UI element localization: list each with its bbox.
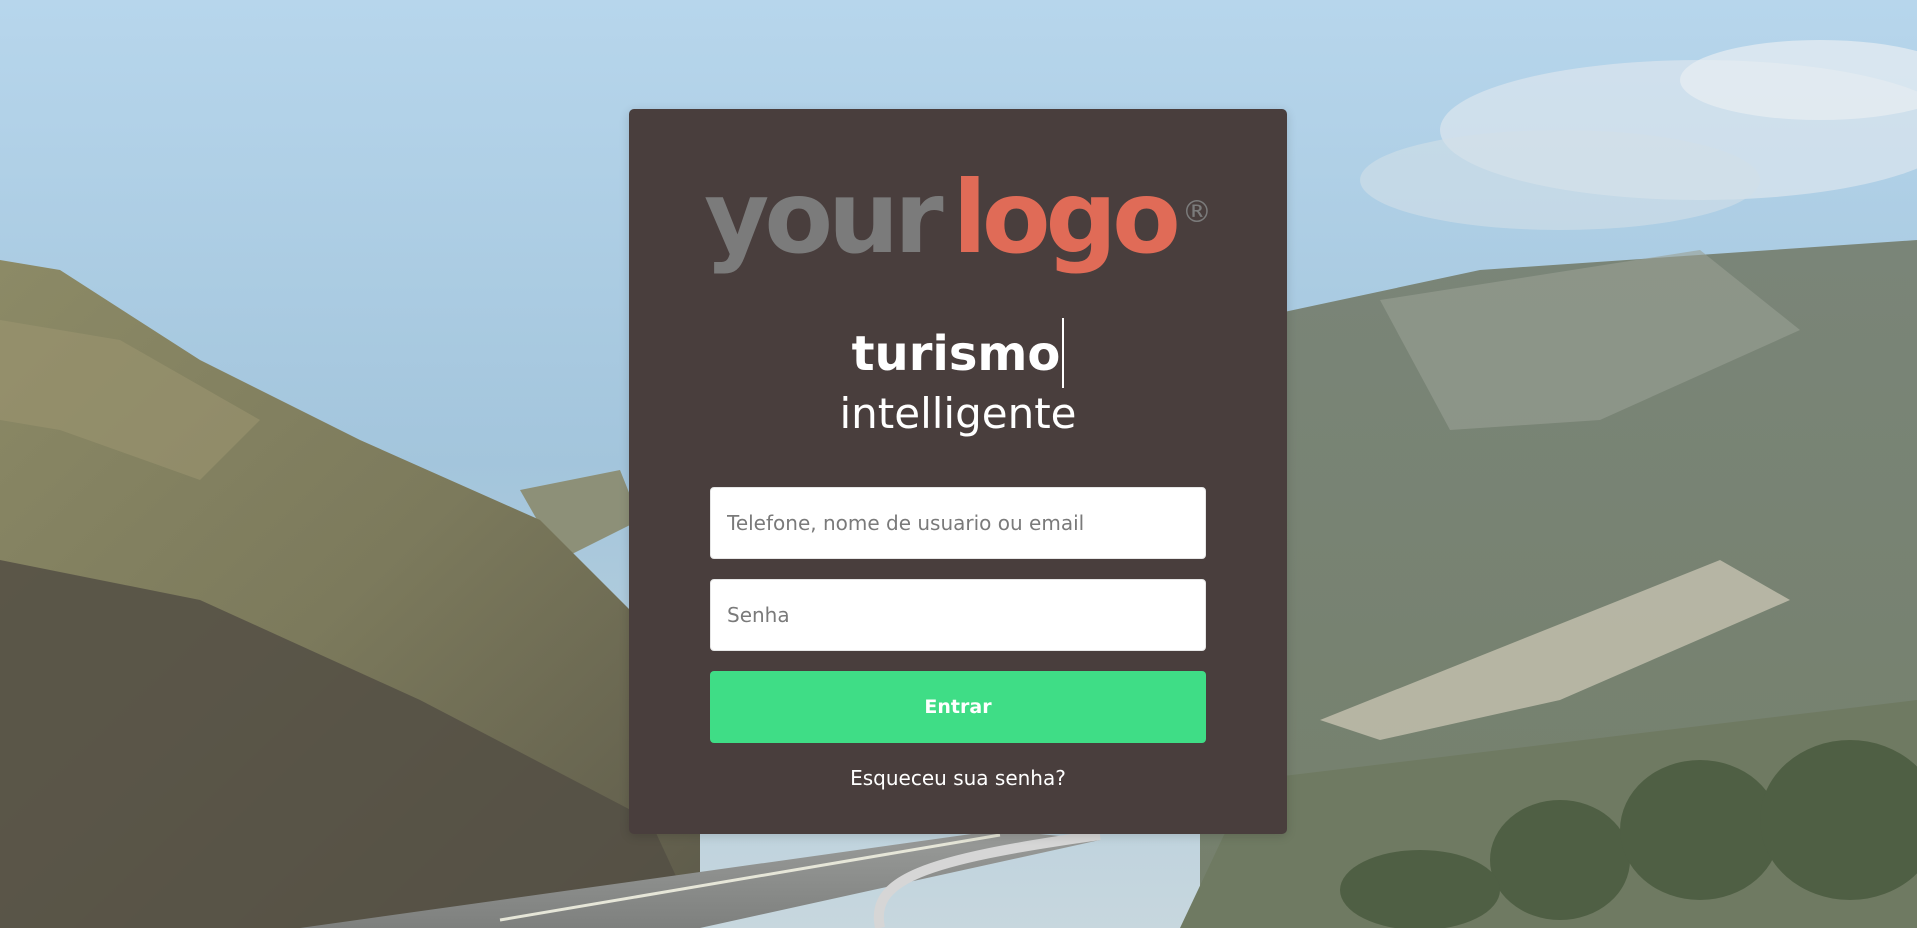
text-cursor [1062,318,1065,388]
login-page: yourlogo® turismo intelligente Entrar Es… [0,0,1917,928]
forgot-password-link[interactable]: Esqueceu sua senha? [629,765,1287,791]
username-input[interactable] [710,487,1206,559]
brand-logo: your logo ® [629,168,1287,268]
tagline-primary-text: turismo [851,326,1061,382]
tagline-primary: turismo [629,318,1287,392]
tagline-secondary: intelligente [839,389,1077,438]
login-button[interactable]: Entrar [710,671,1206,743]
logo-word-logo: logo [952,159,1181,276]
password-input[interactable] [710,579,1206,651]
registered-mark-icon: ® [1181,195,1212,230]
logo-word-your: your [704,159,943,276]
